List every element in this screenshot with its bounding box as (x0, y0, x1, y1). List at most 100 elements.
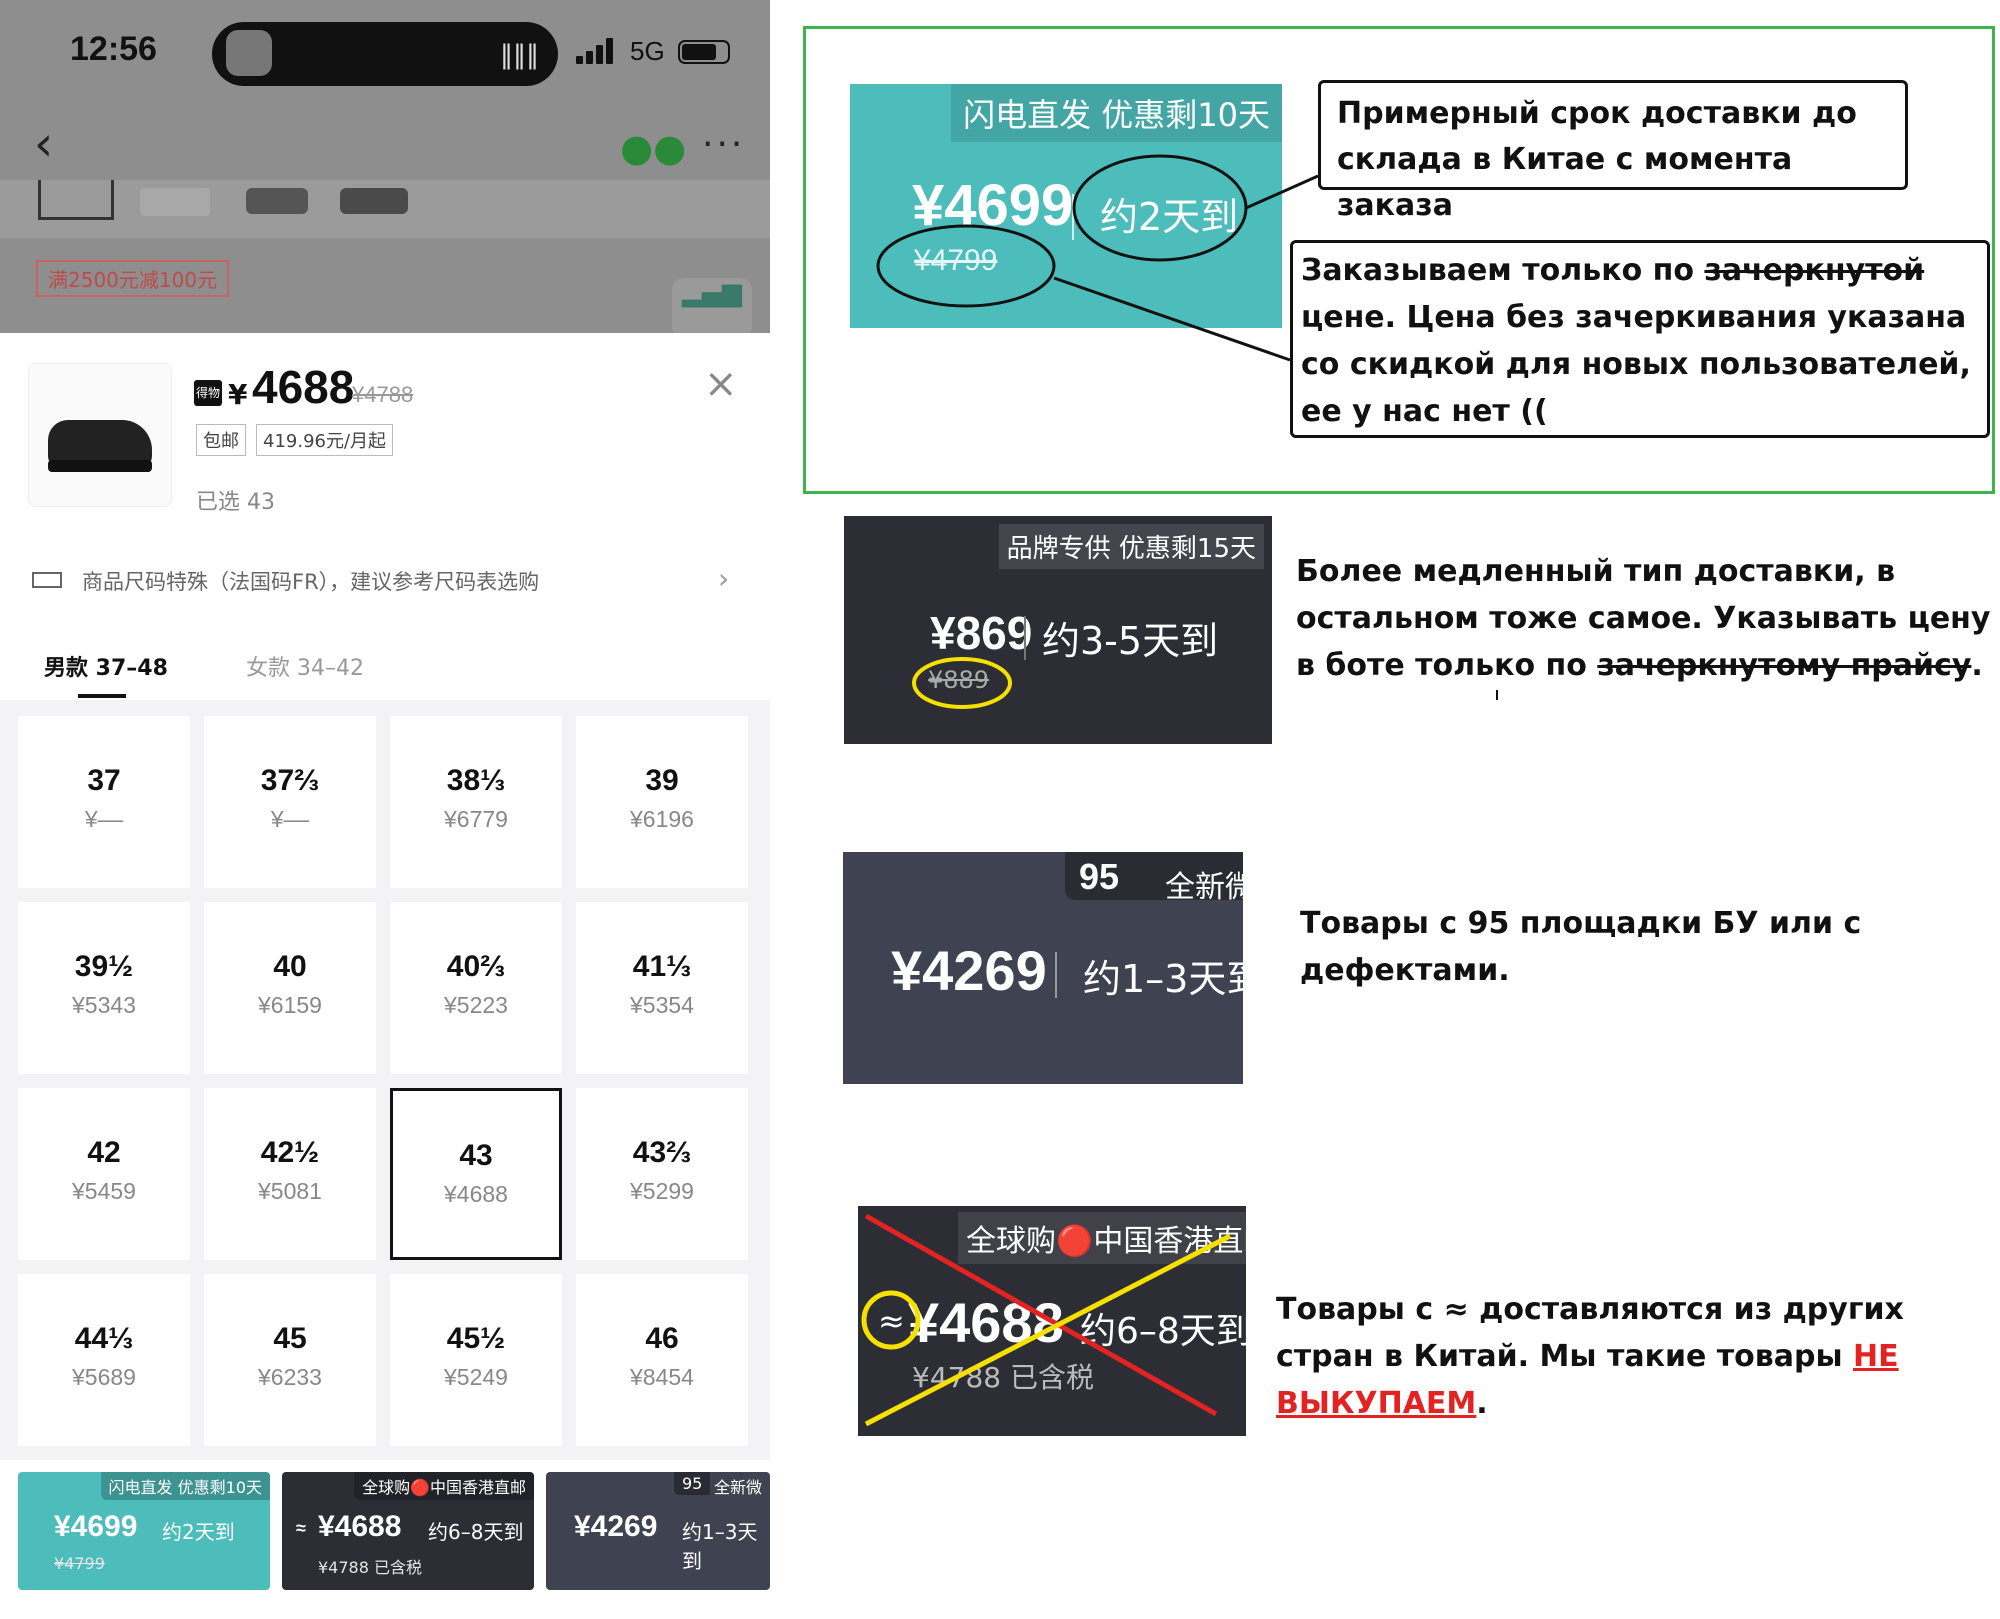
card-days: 约1–3天到 (1083, 957, 1243, 1001)
card-days: 约3-5天到 (1042, 619, 1219, 663)
note-strike-word: зачеркнутому прайсу (1597, 648, 1972, 683)
size-cell[interactable]: 44⅓ ¥5689 (18, 1274, 190, 1446)
price-trend-icon[interactable]: ▂▄▆ (672, 278, 752, 338)
note-text: . (1476, 1386, 1488, 1421)
delivery-option-95[interactable]: 95 全新微 ¥4269 约1–3天到 (546, 1472, 770, 1590)
ruler-icon (32, 572, 62, 588)
size-label: 42½ (260, 1136, 320, 1169)
size-cell[interactable]: 40 ¥6159 (204, 902, 376, 1074)
card-tag: 闪电直发 优惠剩10天 (951, 84, 1282, 142)
wechat-icon[interactable]: ●● (620, 126, 686, 170)
size-cell[interactable]: 37⅔ ¥–– (204, 716, 376, 888)
thumbnail-selected[interactable] (38, 180, 114, 220)
size-label: 37⅔ (260, 764, 320, 797)
size-price: ¥6779 (444, 806, 508, 832)
note-used-goods: Товары с 95 площадки БУ или с дефектами. (1300, 906, 1862, 988)
more-dots-icon[interactable]: ··· (702, 124, 745, 165)
close-icon[interactable]: × (704, 364, 738, 404)
option-old-price: ¥4788 已含税 (318, 1558, 422, 1577)
size-cell[interactable]: 40⅔ ¥5223 (390, 902, 562, 1074)
size-label: 40 (273, 950, 307, 983)
size-price: ¥6233 (258, 1364, 322, 1390)
platform-badge: 得物 (194, 380, 222, 406)
installment-tag: 419.96元/月起 (256, 424, 394, 456)
size-hint-text[interactable]: 商品尺码特殊（法国码FR），建议参考尺码表选购 (82, 566, 770, 596)
shoe-sole (48, 460, 152, 472)
thumbnail[interactable] (246, 188, 308, 214)
note-text: . (1971, 648, 1983, 683)
note-not-purchased: Товары с ≈ доставляются из других стран … (1276, 1286, 1996, 1427)
option-price: ¥4688 (318, 1510, 402, 1543)
thumbnail[interactable] (340, 188, 408, 214)
size-cell[interactable]: 39 ¥6196 (576, 716, 748, 888)
size-label: 37 (87, 764, 121, 797)
size-price: ¥5459 (72, 1178, 136, 1204)
size-label: 43 (459, 1139, 493, 1172)
status-time: 12:56 (70, 30, 157, 68)
card-price: ¥4699 (912, 173, 1074, 238)
note-strike-word: зачеркнутой (1704, 253, 1925, 288)
selected-size-label: 已选 43 (196, 490, 275, 515)
tab-men[interactable]: 男款 37–48 (44, 650, 168, 682)
size-price: ¥8454 (630, 1364, 694, 1390)
card-old-price: ¥4799 (914, 244, 998, 277)
option-days: 约6–8天到 (428, 1520, 524, 1544)
option-95-badge: 95 (674, 1472, 711, 1495)
size-label: 39½ (74, 950, 134, 983)
size-cell[interactable]: 45½ ¥5249 (390, 1274, 562, 1446)
size-price: ¥6159 (258, 992, 322, 1018)
card-old-price: ¥889 (928, 666, 990, 694)
chevron-right-icon[interactable]: › (718, 562, 729, 595)
annotated-card-express: 闪电直发 优惠剩10天 ¥4699 约2天到 ¥4799 (850, 84, 1282, 328)
size-cell[interactable]: 43 ¥4688 (390, 1088, 562, 1260)
size-price: ¥5223 (444, 992, 508, 1018)
size-label: 40⅔ (446, 950, 506, 983)
card-price: ¥4688 (908, 1291, 1064, 1354)
tab-women[interactable]: 女款 34–42 (246, 650, 364, 682)
annotated-card-95: 95 全新微 ¥4269 约1–3天到 (843, 852, 1243, 1084)
size-label: 39 (645, 764, 679, 797)
size-cell[interactable]: 38⅓ ¥6779 (390, 716, 562, 888)
option-price: ¥4699 (54, 1510, 138, 1543)
size-label: 38⅓ (446, 764, 506, 797)
annotated-card-brand: 品牌专供 优惠剩15天 ¥869 约3-5天到 ¥889 (844, 516, 1272, 744)
size-cell[interactable]: 37 ¥–– (18, 716, 190, 888)
delivery-option-express[interactable]: 闪电直发 优惠剩10天 ¥4699 约2天到 ¥4799 (18, 1472, 270, 1590)
card-days: 约2天到 (1100, 195, 1239, 239)
size-cell[interactable]: 46 ¥8454 (576, 1274, 748, 1446)
size-cell[interactable]: 42 ¥5459 (18, 1088, 190, 1260)
size-price: ¥5249 (444, 1364, 508, 1390)
option-price: ¥4269 (574, 1510, 658, 1543)
card-price: ¥4269 (891, 939, 1047, 1002)
back-chevron-icon[interactable]: ‹ (34, 120, 53, 168)
currency-symbol: ¥ (228, 378, 248, 411)
size-label: 46 (645, 1322, 679, 1355)
card-price: ¥869 (930, 607, 1033, 659)
size-cell[interactable]: 42½ ¥5081 (204, 1088, 376, 1260)
size-price: ¥4688 (444, 1181, 508, 1207)
size-price: ¥5299 (630, 1178, 694, 1204)
promo-badge[interactable]: 满2500元减100元 (36, 260, 230, 297)
free-shipping-tag: 包邮 (196, 424, 246, 456)
size-cell[interactable]: 43⅔ ¥5299 (576, 1088, 748, 1260)
note-text: цене. Цена без зачеркивания указана со с… (1301, 300, 1971, 429)
size-cell[interactable]: 41⅓ ¥5354 (576, 902, 748, 1074)
card-95-badge: 95 (1079, 856, 1120, 897)
network-label: 5G (630, 36, 665, 66)
battery-icon (678, 40, 730, 64)
size-price: ¥5354 (630, 992, 694, 1018)
thumbnail[interactable] (140, 188, 210, 216)
size-label: 41⅓ (632, 950, 692, 983)
size-price: ¥–– (84, 806, 124, 832)
approx-symbol: ≈ (296, 1518, 306, 1538)
divider (1072, 194, 1074, 240)
size-label: 45 (273, 1322, 307, 1355)
card-old-price: ¥4788 已含税 (912, 1361, 1094, 1394)
size-cell[interactable]: 39½ ¥5343 (18, 902, 190, 1074)
product-old-price: ¥4788 (352, 382, 414, 407)
delivery-option-global[interactable]: 全球购🔴中国香港直邮 ≈ ¥4688 约6–8天到 ¥4788 已含税 (282, 1472, 534, 1590)
card-days: 约6–8天到 (1080, 1311, 1246, 1352)
size-label: 45½ (446, 1322, 506, 1355)
size-cell[interactable]: 45 ¥6233 (204, 1274, 376, 1446)
option-old-price: ¥4799 (54, 1554, 105, 1573)
